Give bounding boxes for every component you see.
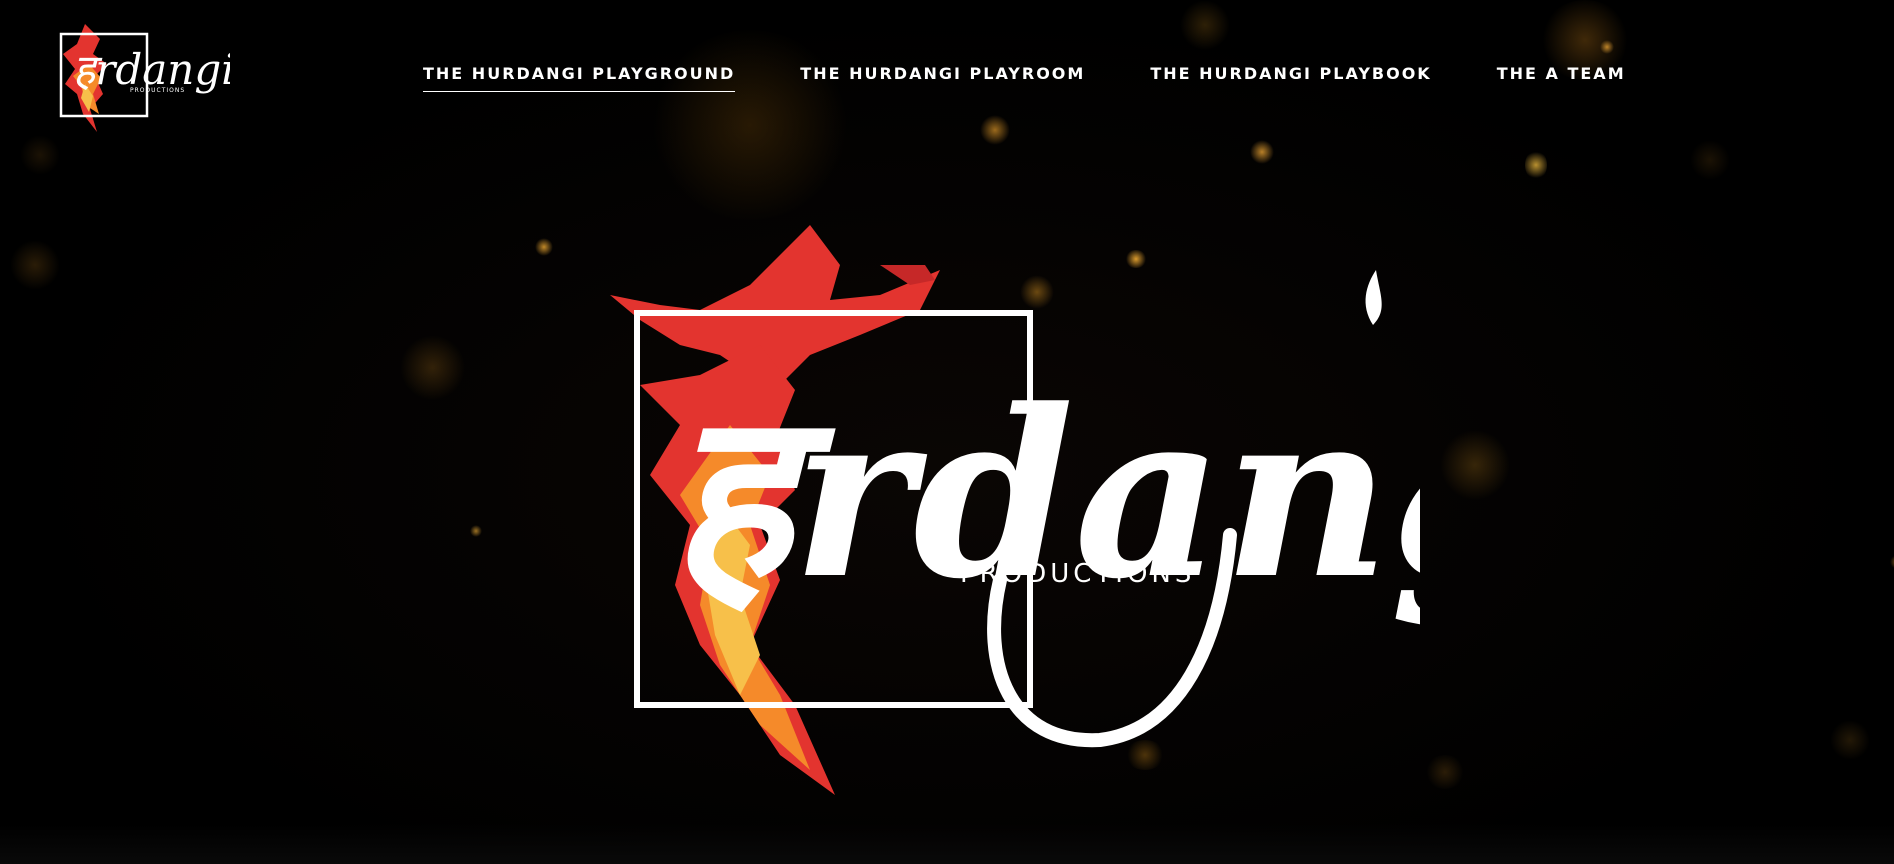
bokeh-particle — [1525, 150, 1547, 180]
bottom-fade — [0, 824, 1894, 864]
bokeh-particle — [980, 115, 1010, 145]
bokeh-particle — [1180, 0, 1230, 50]
wordmark-dot — [1365, 270, 1382, 325]
bokeh-particle — [650, 30, 850, 220]
nav-item-playroom[interactable]: THE HURDANGI PLAYROOM — [800, 64, 1085, 92]
bokeh-particle — [470, 525, 482, 537]
nav-item-playground[interactable]: THE HURDANGI PLAYGROUND — [423, 64, 736, 92]
bokeh-particle — [1690, 140, 1730, 180]
bokeh-particle — [1830, 720, 1870, 760]
nav-item-playbook[interactable]: THE HURDANGI PLAYBOOK — [1150, 64, 1431, 92]
bokeh-particle — [1250, 140, 1274, 164]
logo-tagline: PRODUCTIONS — [130, 87, 185, 94]
header-logo[interactable]: हrdangi PRODUCTIONS — [55, 14, 230, 139]
hero-wordmark: हrdangi — [670, 360, 1420, 630]
hero-background: हrdangi PRODUCTIONS THE HURDANGI PLAYGRO… — [0, 0, 1894, 864]
bokeh-particle — [20, 135, 60, 175]
bokeh-particle — [1440, 430, 1510, 500]
bokeh-particle — [1890, 555, 1894, 569]
bokeh-particle — [1600, 40, 1614, 54]
nav-item-a-team[interactable]: THE A TEAM — [1497, 64, 1626, 92]
main-nav: THE HURDANGI PLAYGROUND THE HURDANGI PLA… — [423, 64, 1691, 92]
bokeh-particle — [400, 335, 465, 400]
hero-logo: हrdangi PRODUCTIONS — [610, 225, 1420, 795]
bokeh-particle — [1425, 755, 1465, 789]
bokeh-particle — [535, 238, 553, 256]
bokeh-particle — [10, 240, 60, 290]
